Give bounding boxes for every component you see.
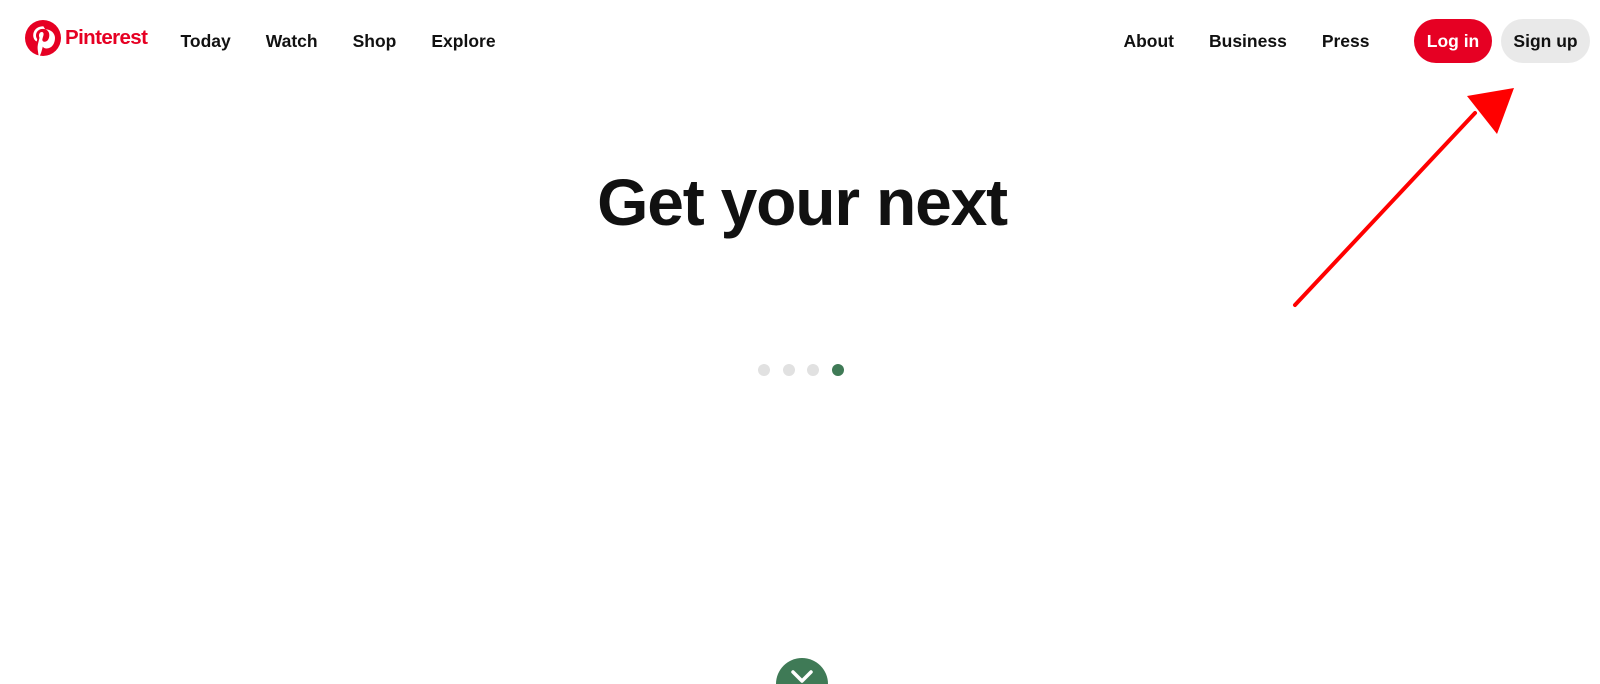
pinterest-wordmark: Pinterest: [65, 26, 148, 49]
scroll-down-button[interactable]: [776, 658, 828, 684]
chevron-down-icon: [791, 670, 813, 683]
login-button[interactable]: Log in: [1414, 19, 1492, 63]
carousel-dot[interactable]: [782, 364, 795, 376]
carousel-dot-active[interactable]: [831, 364, 844, 376]
nav-link-explore[interactable]: Explore: [417, 31, 509, 52]
nav-link-about[interactable]: About: [1109, 31, 1188, 52]
secondary-nav: About Business Press Log in Sign up: [1106, 0, 1600, 82]
carousel-indicators: [758, 364, 856, 376]
pinterest-landing-page: Pinterest Today Watch Shop Explore About…: [0, 0, 1600, 684]
pinterest-logo-icon: [25, 20, 61, 56]
carousel-dot[interactable]: [807, 364, 819, 376]
pinterest-logo[interactable]: Pinterest: [25, 20, 148, 56]
hero-title: Get your next: [597, 165, 1008, 239]
top-navigation-bar: Pinterest Today Watch Shop Explore About…: [0, 0, 1600, 82]
nav-link-press[interactable]: Press: [1308, 31, 1384, 52]
signup-button[interactable]: Sign up: [1501, 19, 1590, 63]
red-arrow-annotation: [1293, 88, 1514, 307]
primary-nav: Today Watch Shop Explore: [163, 0, 513, 82]
nav-link-shop[interactable]: Shop: [339, 31, 411, 52]
nav-link-watch[interactable]: Watch: [252, 31, 332, 52]
nav-link-today[interactable]: Today: [167, 31, 245, 52]
carousel-dot[interactable]: [758, 364, 770, 376]
nav-link-business[interactable]: Business: [1195, 31, 1301, 52]
